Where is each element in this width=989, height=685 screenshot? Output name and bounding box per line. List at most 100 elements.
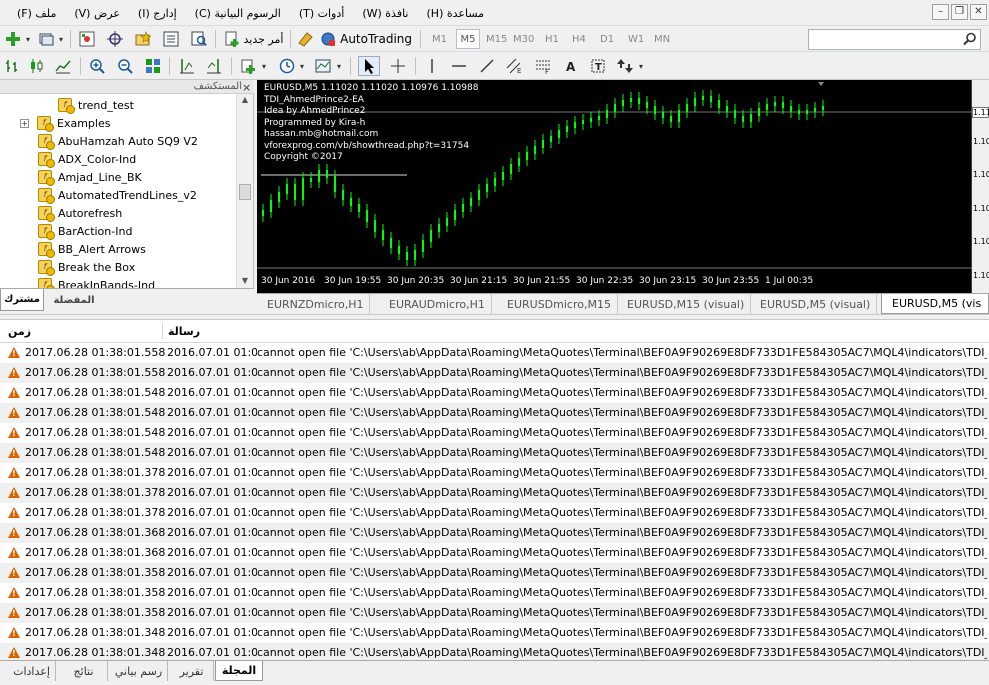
navigator-item[interactable]: f BreakInBands-Ind [38, 276, 155, 288]
chart-tab[interactable]: EURAUDmicro,H1 [379, 294, 492, 314]
navigator-item[interactable]: f ADX_Color-Ind [38, 150, 136, 168]
table-row[interactable]: 2017.06.28 01:38:01.5582016.07.01 01:00c… [0, 363, 989, 383]
timeframe-m15[interactable]: M15 [486, 29, 507, 49]
navigator-item[interactable]: f AutomatedTrendLines_v2 [38, 186, 197, 204]
bar-chart-button[interactable] [2, 56, 24, 76]
tile-windows-button[interactable] [142, 56, 164, 76]
new-chart-dropdown[interactable]: ▾ [24, 29, 32, 49]
profiles-dropdown[interactable]: ▾ [57, 29, 65, 49]
navigator-item[interactable]: f BB_Alert Arrows [38, 240, 146, 258]
table-row[interactable]: 2017.06.28 01:38:01.3682016.07.01 01:00c… [0, 523, 989, 543]
chart-tab[interactable]: EURUSD,M5 (visual) [750, 294, 878, 314]
table-row[interactable]: 2017.06.28 01:38:01.5582016.07.01 01:00c… [0, 343, 989, 363]
tester-tab[interactable]: نتائج [60, 661, 108, 681]
column-separator[interactable] [162, 323, 163, 339]
price-chart[interactable]: EURUSD,M5 1.11020 1.11020 1.10976 1.1098… [257, 80, 989, 293]
tester-tab[interactable]: إعدادات [8, 661, 56, 681]
autotrading-button[interactable]: AutoTrading [320, 29, 412, 49]
timeframe-mn[interactable]: MN [654, 29, 670, 49]
trendline-button[interactable] [476, 56, 498, 76]
zoom-out-button[interactable] [114, 56, 136, 76]
indicators-dropdown[interactable]: ▾ [260, 56, 268, 76]
templates-button[interactable] [312, 56, 334, 76]
tab-common[interactable]: مشترك [0, 289, 44, 311]
close-icon[interactable]: × [242, 81, 251, 94]
scroll-down-icon[interactable]: ▼ [240, 276, 250, 285]
crosshair-tool-button[interactable] [387, 56, 409, 76]
navigator-item[interactable]: f trend_test [58, 96, 134, 114]
minimize-button[interactable]: – [932, 4, 949, 20]
navigator-item[interactable]: f Break the Box [38, 258, 135, 276]
equidistant-channel-button[interactable]: E [503, 56, 525, 76]
navigator-item[interactable]: f BarAction-Ind [38, 222, 132, 240]
tester-tab[interactable]: رسم بياني [110, 661, 168, 681]
menu-window[interactable]: نافذة (W) [353, 7, 417, 20]
chart-tab[interactable]: EURUSD,M5 (vis [881, 294, 989, 314]
table-row[interactable]: 2017.06.28 01:38:01.3782016.07.01 01:00c… [0, 503, 989, 523]
search-input[interactable] [808, 29, 981, 50]
meta-editor-button[interactable] [294, 29, 316, 49]
table-row[interactable]: 2017.06.28 01:38:01.3782016.07.01 01:00c… [0, 483, 989, 503]
zoom-in-button[interactable] [86, 56, 108, 76]
navigator-item[interactable]: f Autorefresh [38, 204, 122, 222]
table-row[interactable]: 2017.06.28 01:38:01.3582016.07.01 01:00c… [0, 563, 989, 583]
horizontal-line-button[interactable] [448, 56, 470, 76]
periods-dropdown[interactable]: ▾ [298, 56, 306, 76]
navigator-item[interactable]: f Amjad_Line_BK [38, 168, 142, 186]
tester-tab[interactable]: تقرير [170, 661, 214, 681]
auto-scroll-button[interactable] [203, 56, 225, 76]
fibonacci-button[interactable]: F [532, 56, 554, 76]
periods-button[interactable] [276, 56, 298, 76]
menu-file[interactable]: ملف (F) [8, 7, 65, 20]
chart-shift-button[interactable] [176, 56, 198, 76]
menu-charts[interactable]: الرسوم البيانية (C) [186, 7, 290, 20]
menu-help[interactable]: مساعدة (H) [418, 7, 494, 20]
navigator-button[interactable] [132, 29, 154, 49]
table-row[interactable]: 2017.06.28 01:38:01.3582016.07.01 01:00c… [0, 603, 989, 623]
table-row[interactable]: 2017.06.28 01:38:01.5482016.07.01 01:00c… [0, 403, 989, 423]
table-row[interactable]: 2017.06.28 01:38:01.5482016.07.01 01:00c… [0, 383, 989, 403]
table-row[interactable]: 2017.06.28 01:38:01.5482016.07.01 01:00c… [0, 443, 989, 463]
restore-button[interactable]: ❐ [951, 4, 968, 20]
table-row[interactable]: 2017.06.28 01:38:01.3482016.07.01 01:00c… [0, 643, 989, 660]
candlestick-button[interactable] [26, 56, 48, 76]
text-tool-button[interactable]: A [560, 56, 582, 76]
chart-tab[interactable]: EURUSDmicro,M15 [497, 294, 618, 314]
timeframe-m30[interactable]: M30 [513, 29, 534, 49]
navigator-item[interactable]: f AbuHamzah Auto SQ9 V2 [38, 132, 198, 150]
strategy-tester-button[interactable] [188, 29, 210, 49]
market-watch-button[interactable] [76, 29, 98, 49]
line-chart-button[interactable] [52, 56, 74, 76]
chart-tab[interactable]: EURNZDmicro,H1 [257, 294, 371, 314]
timeframe-h4[interactable]: H4 [572, 29, 586, 49]
table-row[interactable]: 2017.06.28 01:38:01.3682016.07.01 01:00c… [0, 543, 989, 563]
tab-favorites[interactable]: المفضلة [46, 289, 102, 311]
search-icon[interactable] [963, 32, 977, 46]
table-row[interactable]: 2017.06.28 01:38:01.3782016.07.01 01:00c… [0, 463, 989, 483]
timeframe-m5[interactable]: M5 [456, 29, 480, 49]
close-button[interactable]: ✕ [970, 4, 987, 20]
menu-insert[interactable]: إدارج (I) [129, 7, 186, 20]
cursor-tool-button[interactable] [358, 56, 380, 76]
arrows-dropdown[interactable]: ▾ [637, 56, 645, 76]
column-time-header[interactable]: زمن [8, 320, 158, 342]
indicators-button[interactable] [238, 56, 260, 76]
column-message-header[interactable]: رسالة [168, 320, 368, 342]
data-window-button[interactable] [104, 29, 126, 49]
vertical-line-button[interactable] [421, 56, 443, 76]
scrollbar-thumb[interactable] [239, 184, 251, 200]
tester-tab[interactable]: المجلة [215, 661, 263, 681]
new-chart-button[interactable] [2, 29, 24, 49]
table-row[interactable]: 2017.06.28 01:38:01.3582016.07.01 01:00c… [0, 583, 989, 603]
menu-view[interactable]: عرض (V) [65, 7, 129, 20]
arrows-button[interactable] [614, 56, 636, 76]
shift-marker-icon[interactable] [818, 82, 824, 86]
templates-dropdown[interactable]: ▾ [335, 56, 343, 76]
table-row[interactable]: 2017.06.28 01:38:01.3482016.07.01 01:00c… [0, 623, 989, 643]
timeframe-m1[interactable]: M1 [432, 29, 447, 49]
timeframe-w1[interactable]: W1 [628, 29, 644, 49]
profiles-button[interactable] [35, 29, 57, 49]
menu-tools[interactable]: أدوات (T) [290, 7, 354, 20]
timeframe-h1[interactable]: H1 [545, 29, 559, 49]
expand-icon[interactable]: + [20, 118, 29, 128]
